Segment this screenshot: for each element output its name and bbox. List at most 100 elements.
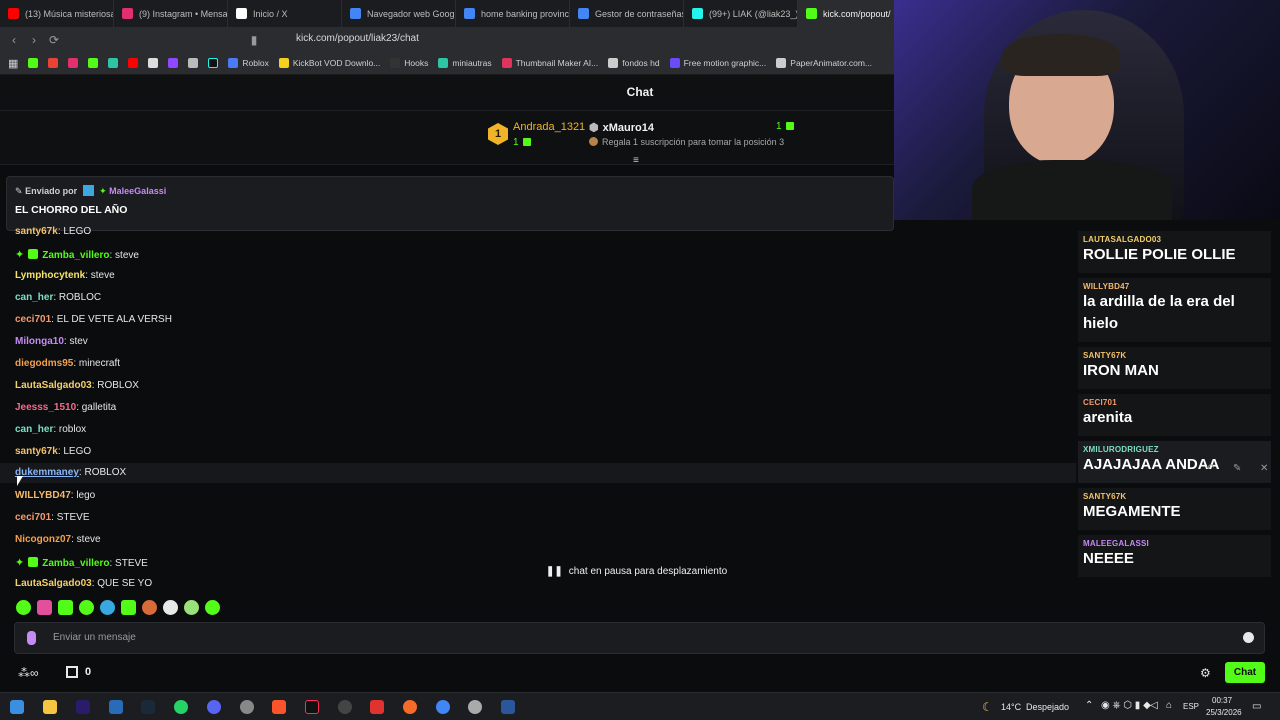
bookmark-icon-teal[interactable] — [108, 58, 119, 68]
message-user[interactable]: WILLYBD47 — [15, 490, 71, 501]
firefox-icon[interactable] — [403, 700, 417, 714]
url-field[interactable]: kick.com/popout/liak23/chat — [296, 33, 419, 44]
app-icon-silver[interactable] — [468, 700, 482, 714]
message-user[interactable]: dukemmaney — [15, 467, 79, 478]
message-user[interactable]: santy67k — [15, 226, 58, 237]
browser-tab[interactable]: Navegador web Google — [342, 0, 456, 27]
send-chat-button[interactable]: Chat — [1225, 662, 1265, 683]
chrome-icon[interactable] — [436, 700, 450, 714]
bookmark-paperanimator[interactable]: PaperAnimator.com... — [776, 58, 872, 68]
tray-icons[interactable]: ◉ ⎈ ⬡ ▮ ◆ — [1101, 700, 1151, 711]
emote-icon[interactable] — [184, 600, 199, 615]
discord-icon[interactable] — [207, 700, 221, 714]
reload-icon[interactable]: ⟳ — [44, 33, 64, 47]
twitch-bookmark-icon[interactable] — [168, 58, 179, 68]
message-input[interactable]: Enviar un mensaje — [14, 622, 1265, 654]
bookmark-icon[interactable]: ▮ — [244, 33, 264, 47]
treasure-icon[interactable] — [66, 666, 78, 678]
photoshop-icon[interactable] — [109, 700, 123, 714]
leaderboard-first-user[interactable]: Andrada_1321 — [513, 121, 585, 133]
emote-icon[interactable] — [163, 600, 178, 615]
browser-tab[interactable]: home banking provincia — [456, 0, 570, 27]
message-user[interactable]: Nicogonz07 — [15, 534, 71, 545]
message-user[interactable]: santy67k — [15, 446, 58, 457]
tiktok-icon[interactable] — [305, 700, 319, 714]
message-user[interactable]: diegodms95 — [15, 358, 73, 369]
steam-icon[interactable] — [141, 700, 155, 714]
chat-paused-indicator[interactable]: ❚❚ chat en pausa para desplazamiento — [536, 561, 738, 582]
browser-tab[interactable]: Gestor de contraseñas — [570, 0, 684, 27]
browser-tab[interactable]: (13) Música misteriosa — [0, 0, 114, 27]
notifications-icon[interactable]: ▭ — [1252, 701, 1261, 712]
leaderboard-second[interactable]: ⬢ xMauro14 — [589, 121, 654, 134]
gift-hint-text: Regala 1 suscripción para tomar la posic… — [602, 137, 785, 147]
browser-tab[interactable]: Inicio / X — [228, 0, 342, 27]
emote-icon[interactable] — [16, 600, 31, 615]
x-bookmark-icon[interactable] — [148, 58, 159, 68]
message-user[interactable]: Lymphocytenk — [15, 270, 85, 281]
instagram-bookmark-icon[interactable] — [68, 58, 79, 68]
emote-icon[interactable] — [100, 600, 115, 615]
kick-bookmark-icon-2[interactable] — [88, 58, 99, 68]
message-user[interactable]: ceci701 — [15, 314, 51, 325]
bookmark-roblox[interactable]: Roblox — [228, 58, 269, 68]
browser-tab[interactable]: (9) Instagram • Mensajes — [114, 0, 228, 27]
emote-icon[interactable] — [142, 600, 157, 615]
crowd-icon[interactable]: ⁂∞ — [18, 666, 39, 680]
message-user[interactable]: ceci701 — [15, 512, 51, 523]
settings-gear-icon[interactable]: ⚙ — [1200, 666, 1211, 680]
windows-start-icon[interactable] — [10, 700, 24, 714]
tiktok-bookmark-icon[interactable] — [208, 58, 219, 68]
bookmark-kickbot[interactable]: KickBot VOD Downlo... — [278, 58, 380, 68]
emote-icon[interactable] — [205, 600, 220, 615]
app-icon-gray[interactable] — [240, 700, 254, 714]
file-explorer-icon[interactable] — [43, 700, 57, 714]
emote-icon[interactable] — [58, 600, 73, 615]
expand-leaderboard-icon[interactable]: ≡ — [633, 155, 639, 166]
message-user[interactable]: LautaSalgado03 — [15, 578, 92, 589]
network-icon[interactable]: ⌂ — [1166, 700, 1172, 711]
person-shirt — [972, 160, 1172, 220]
language-indicator[interactable]: ESP — [1183, 702, 1199, 711]
microphone-icon[interactable] — [27, 631, 36, 645]
tray-chevron-icon[interactable]: ⌃ — [1085, 700, 1093, 711]
clock-date[interactable]: 25/3/2026 — [1206, 708, 1242, 717]
forward-icon[interactable]: › — [24, 33, 44, 47]
volume-icon[interactable]: ◁ — [1150, 700, 1158, 711]
whatsapp-icon[interactable] — [174, 700, 188, 714]
clock-time[interactable]: 00:37 — [1212, 696, 1232, 705]
bookmark-thumbnail-maker[interactable]: Thumbnail Maker AI... — [501, 58, 598, 68]
message-user[interactable]: LautaSalgado03 — [15, 380, 92, 391]
youtube-bookmark-icon[interactable] — [128, 58, 139, 68]
bookmark-miniautras[interactable]: miniautras — [438, 58, 492, 68]
message-user[interactable]: Zamba_villero — [42, 558, 109, 569]
back-icon[interactable]: ‹ — [4, 33, 24, 47]
pin-icon[interactable]: ✎ — [1233, 463, 1241, 474]
word-icon[interactable] — [501, 700, 515, 714]
emote-icon[interactable] — [121, 600, 136, 615]
overlay-user: CECI701 — [1083, 398, 1117, 407]
kick-bookmark-icon[interactable] — [28, 58, 39, 68]
bookmark-hooks[interactable]: Hooks — [390, 58, 428, 68]
apps-icon[interactable]: ▦ — [8, 57, 18, 70]
emote-icon[interactable] — [79, 600, 94, 615]
gmail-bookmark-icon[interactable] — [48, 58, 59, 68]
browser-tab[interactable]: (99+) LIAK (@liak23_) — [684, 0, 798, 27]
bookmark-fondos[interactable]: fondos hd — [608, 58, 660, 68]
bookmark-icon-gray[interactable] — [188, 58, 199, 68]
message-user[interactable]: Milonga10 — [15, 336, 64, 347]
bookmark-motion-graphics[interactable]: Free motion graphic... — [669, 58, 766, 68]
premiere-icon[interactable] — [76, 700, 90, 714]
reply-icon[interactable]: ↶ — [1206, 463, 1214, 474]
message-user[interactable]: Jeesss_1510 — [15, 402, 76, 413]
capcut-icon[interactable] — [370, 700, 384, 714]
delete-icon[interactable]: ✕ — [1260, 463, 1268, 474]
message-user[interactable]: can_her — [15, 292, 53, 303]
message-user[interactable]: can_her — [15, 424, 53, 435]
brave-icon[interactable] — [272, 700, 286, 714]
obs-icon[interactable] — [338, 700, 352, 714]
emoji-picker-icon[interactable] — [1243, 632, 1254, 643]
message-user[interactable]: Zamba_villero — [42, 250, 109, 261]
emote-icon[interactable] — [37, 600, 52, 615]
pinned-user[interactable]: MaleeGalassi — [109, 186, 166, 196]
